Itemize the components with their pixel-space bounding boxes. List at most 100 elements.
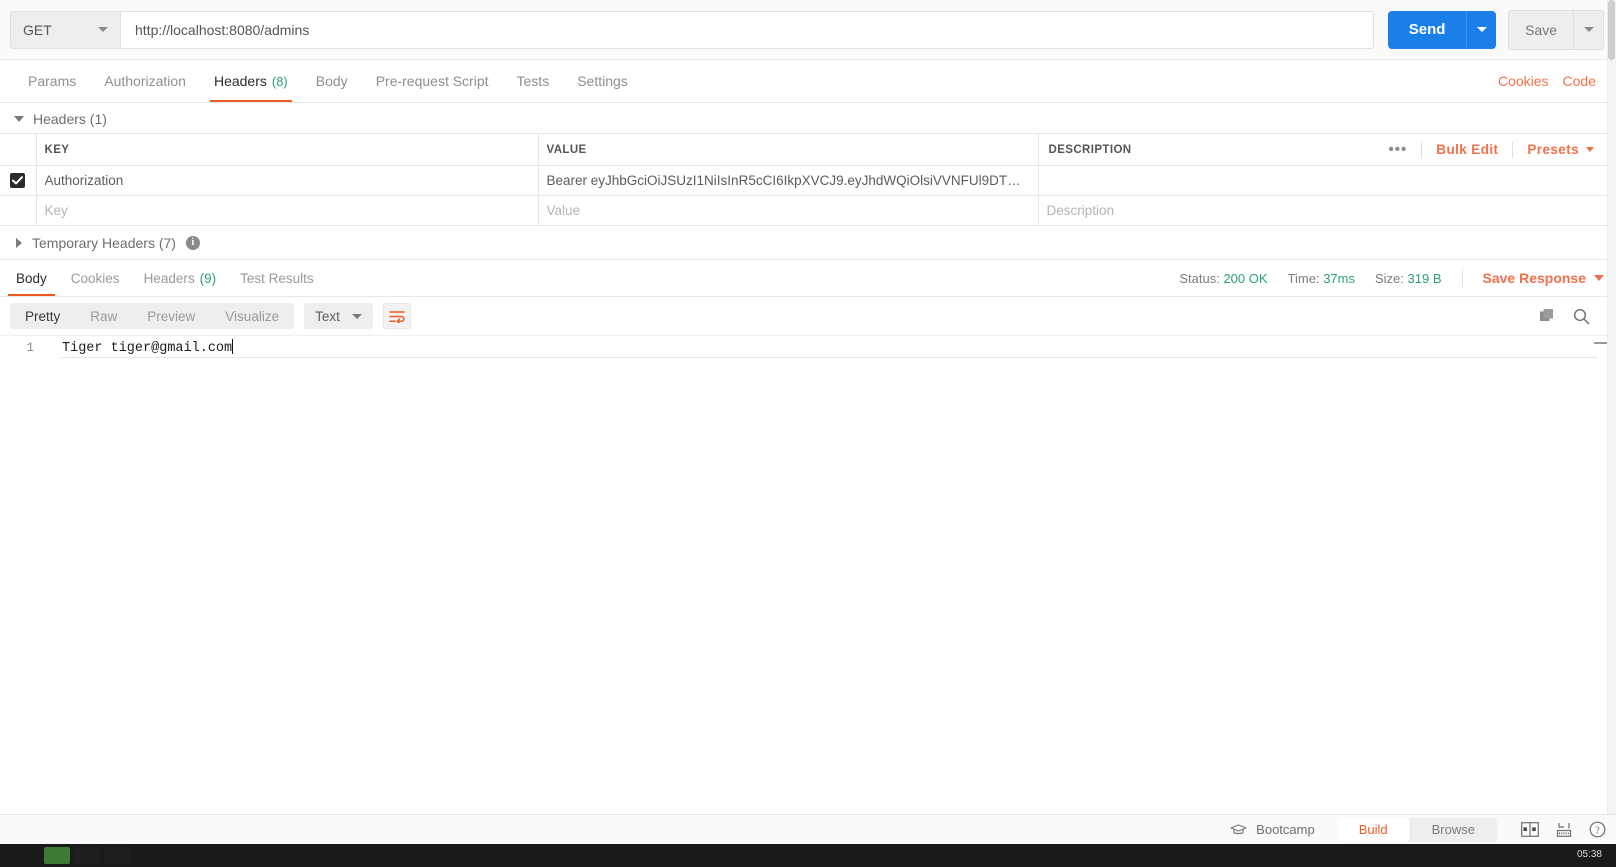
temporary-headers-label: Temporary Headers (7) — [32, 234, 176, 251]
chevron-down-icon — [14, 116, 24, 122]
response-tab-test-results[interactable]: Test Results — [228, 260, 326, 296]
new-header-description-input[interactable]: Description — [1037, 195, 1616, 226]
temporary-headers-toggle[interactable]: Temporary Headers (7) i — [0, 226, 1616, 260]
column-header-value: VALUE — [537, 133, 1039, 166]
taskbar-app-icon[interactable] — [44, 847, 70, 864]
more-options-icon[interactable]: ••• — [1375, 142, 1422, 157]
console-icon[interactable] — [1555, 822, 1573, 838]
view-preview-button[interactable]: Preview — [132, 303, 210, 329]
placeholder-key: Key — [44, 203, 68, 218]
header-value-cell[interactable]: Bearer eyJhbGciOiJSUzI1NiIsInR5cCI6IkpXV… — [537, 165, 1039, 196]
request-bar: GET http://localhost:8080/admins Send Sa… — [0, 0, 1616, 60]
page-scrollbar[interactable] — [1607, 0, 1616, 822]
check-icon — [12, 176, 24, 185]
response-format-value: Text — [315, 308, 340, 324]
tab-label: Body — [16, 270, 47, 286]
size-value: 319 B — [1407, 270, 1442, 286]
chevron-right-icon — [16, 237, 22, 248]
response-tab-headers[interactable]: Headers (9) — [132, 260, 229, 296]
help-icon[interactable]: ? — [1589, 821, 1606, 838]
headers-section-title: Headers (1) — [33, 111, 107, 127]
new-header-value-input[interactable]: Value — [537, 195, 1039, 226]
time-badge: Time: 37ms — [1288, 271, 1355, 286]
headers-section-toggle[interactable]: Headers (1) — [0, 105, 1616, 133]
view-pretty-button[interactable]: Pretty — [10, 303, 75, 329]
status-badge: Status: 200 OK — [1179, 271, 1267, 286]
bottom-bar-icons: ? — [1513, 821, 1606, 838]
status-label: Status: — [1179, 270, 1220, 286]
tab-label: Body — [315, 73, 348, 89]
request-url-input[interactable]: http://localhost:8080/admins — [120, 10, 1375, 49]
code-line-text: Tiger tiger@gmail.com — [44, 339, 234, 358]
tab-headers[interactable]: Headers (8) — [200, 60, 302, 102]
graduation-cap-icon — [1230, 823, 1247, 834]
table-row: Authorization Bearer eyJhbGciOiJSUzI1NiI… — [0, 165, 1616, 196]
placeholder-value: Value — [546, 203, 581, 218]
send-button-group: Send — [1388, 10, 1497, 49]
start-button[interactable] — [0, 844, 40, 867]
tab-params[interactable]: Params — [14, 60, 90, 102]
send-options-button[interactable] — [1466, 10, 1497, 49]
taskbar-clock[interactable]: 05:38 — [1577, 850, 1616, 861]
code-line-content: Tiger tiger@gmail.com — [62, 341, 233, 356]
header-key-cell[interactable]: Authorization — [35, 165, 539, 196]
table-row: Key Value Description — [0, 195, 1616, 226]
save-options-button[interactable] — [1573, 10, 1603, 49]
response-body-editor[interactable]: 1 Tiger tiger@gmail.com — [0, 335, 1616, 801]
os-taskbar: 05:38 — [0, 844, 1616, 867]
save-button[interactable]: Save — [1509, 10, 1573, 49]
response-format-select[interactable]: Text — [304, 303, 373, 329]
mode-build-button[interactable]: Build — [1336, 817, 1410, 842]
info-icon[interactable]: i — [185, 235, 200, 250]
placeholder-description: Description — [1046, 203, 1115, 218]
response-meta: Status: 200 OK Time: 37ms Size: 319 B Sa… — [1179, 269, 1604, 287]
chevron-down-icon — [1594, 275, 1604, 281]
presets-label: Presets — [1527, 142, 1579, 157]
send-button[interactable]: Send — [1388, 10, 1467, 49]
code-link[interactable]: Code — [1563, 73, 1596, 89]
view-visualize-button[interactable]: Visualize — [210, 303, 294, 329]
tab-authorization[interactable]: Authorization — [90, 60, 200, 102]
header-key-value: Authorization — [44, 173, 124, 188]
word-wrap-icon — [389, 310, 405, 323]
tab-pre-request-script[interactable]: Pre-request Script — [362, 60, 503, 102]
tab-body[interactable]: Body — [302, 60, 362, 102]
tab-settings[interactable]: Settings — [563, 60, 642, 102]
presets-button[interactable]: Presets — [1513, 142, 1608, 157]
row-checkbox-cell — [0, 165, 37, 196]
mode-browse-button[interactable]: Browse — [1410, 818, 1497, 842]
tab-label: Pre-request Script — [375, 73, 489, 89]
search-icon[interactable] — [1573, 308, 1590, 325]
header-description-cell[interactable] — [1037, 165, 1616, 196]
new-header-key-input[interactable]: Key — [35, 195, 539, 226]
time-label: Time: — [1287, 270, 1320, 286]
word-wrap-button[interactable] — [382, 303, 411, 329]
build-browse-switcher: Build Browse — [1336, 817, 1497, 842]
copy-icon[interactable] — [1539, 308, 1555, 324]
tab-label: Params — [28, 73, 77, 89]
taskbar-app-icon[interactable] — [104, 847, 130, 864]
two-pane-layout-icon[interactable] — [1521, 822, 1539, 837]
time-value: 37ms — [1323, 270, 1355, 286]
tab-tests[interactable]: Tests — [503, 60, 564, 102]
page-scrollbar-thumb[interactable] — [1608, 0, 1615, 60]
response-tab-cookies[interactable]: Cookies — [59, 260, 132, 296]
cookies-link[interactable]: Cookies — [1498, 73, 1549, 89]
save-response-button[interactable]: Save Response — [1483, 270, 1604, 286]
tab-count: (9) — [199, 270, 217, 286]
headers-table-header-row: KEY VALUE DESCRIPTION ••• Bulk Edit Pres… — [0, 133, 1616, 166]
taskbar-app-icon[interactable] — [74, 847, 100, 864]
view-raw-button[interactable]: Raw — [75, 303, 132, 329]
bootcamp-button[interactable]: Bootcamp — [1230, 822, 1315, 837]
bottom-bar-right: Bootcamp Build Browse ? — [1230, 817, 1606, 842]
http-method-select[interactable]: GET — [10, 10, 120, 49]
chevron-down-icon — [98, 27, 108, 32]
svg-text:?: ? — [1595, 825, 1600, 836]
tab-label: Headers — [213, 73, 267, 89]
chevron-down-icon — [1586, 147, 1594, 152]
response-tab-body[interactable]: Body — [4, 260, 59, 296]
bulk-edit-button[interactable]: Bulk Edit — [1422, 142, 1512, 157]
header-enabled-checkbox[interactable] — [10, 173, 26, 189]
row-checkbox-cell — [0, 195, 37, 226]
headers-table: KEY VALUE DESCRIPTION ••• Bulk Edit Pres… — [0, 133, 1616, 226]
